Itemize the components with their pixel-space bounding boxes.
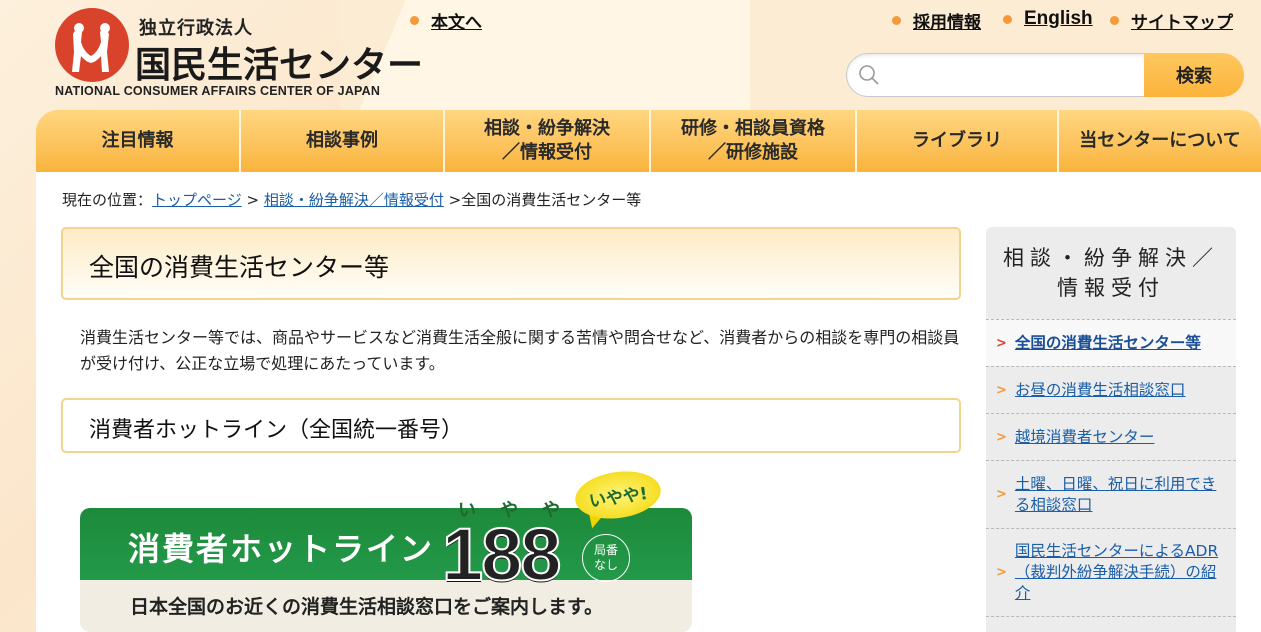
- recruit-link-wrap: 採用情報: [892, 8, 981, 33]
- sidebar-link[interactable]: 全国の消費生活センター等: [1015, 333, 1201, 354]
- skip-to-content-link[interactable]: 本文へ: [431, 8, 482, 33]
- breadcrumb-prefix: 現在の位置：: [62, 191, 153, 209]
- banner-title: 消費者ホットライン: [128, 530, 435, 568]
- hotline-number: 188: [441, 512, 562, 597]
- search-form: 検索: [846, 53, 1244, 97]
- chevron-right-icon: >: [996, 382, 1007, 398]
- sidebar-link[interactable]: お昼の消費生活相談窓口: [1015, 380, 1186, 401]
- page-title-box: 全国の消費生活センター等: [61, 227, 961, 300]
- breadcrumb-consultation[interactable]: 相談・紛争解決／情報受付: [264, 191, 444, 209]
- nav-training[interactable]: 研修・相談員資格 ／研修施設: [651, 110, 857, 172]
- hotline-banner[interactable]: 消費者ホットライン い や や 188 いやや! 局番 なし 日本全国のお近くの…: [80, 466, 692, 632]
- nav-library[interactable]: ライブラリ: [857, 110, 1059, 172]
- breadcrumb-separator: >: [448, 191, 462, 209]
- sidebar-link[interactable]: 国民生活センターによるADR（裁判外紛争解決手続）の紹介: [1015, 541, 1228, 604]
- global-nav: 注目情報 相談事例 相談・紛争解決 ／情報受付 研修・相談員資格 ／研修施設 ラ…: [36, 110, 1261, 172]
- nav-featured[interactable]: 注目情報: [36, 110, 241, 172]
- nav-about[interactable]: 当センターについて: [1059, 110, 1261, 172]
- main-content: 現在の位置：トップページ > 相談・紛争解決／情報受付 >全国の消費生活センター…: [36, 172, 1261, 632]
- sidebar-title: 相談・紛争解決／ 情報受付: [1003, 246, 1219, 300]
- org-name: 国民生活センター: [135, 45, 424, 86]
- bullet-icon: [410, 16, 419, 25]
- sidebar-item-local-centers[interactable]: > 全国の消費生活センター等: [986, 319, 1236, 366]
- site-logo[interactable]: 独立行政法人 国民生活センター NATIONAL CONSUMER AFFAIR…: [55, 8, 423, 100]
- chevron-right-icon: >: [996, 429, 1007, 445]
- bullet-icon: [1003, 14, 1012, 24]
- sidebar-item-adr[interactable]: > 国民生活センターによるADR（裁判外紛争解決手続）の紹介: [986, 528, 1236, 616]
- section-title-box: 消費者ホットライン（全国統一番号）: [61, 398, 961, 453]
- english-link-wrap: English: [1003, 8, 1093, 30]
- sidebar-link[interactable]: 土曜、日曜、祝日に利用できる相談窓口: [1015, 474, 1228, 516]
- english-link[interactable]: English: [1024, 8, 1093, 30]
- org-name-en: NATIONAL CONSUMER AFFAIRS CENTER OF JAPA…: [55, 84, 381, 98]
- breadcrumb-current: 全国の消費生活センター等: [461, 191, 642, 209]
- search-button[interactable]: 検索: [1144, 53, 1244, 97]
- sidebar-link[interactable]: 越境消費者センター: [1015, 427, 1155, 448]
- bullet-icon: [892, 16, 901, 25]
- sitemap-link[interactable]: サイトマップ: [1131, 8, 1233, 33]
- recruit-link[interactable]: 採用情報: [913, 8, 981, 33]
- breadcrumb-separator: >: [246, 191, 260, 209]
- no-area-code-badge: 局番 なし: [582, 534, 630, 582]
- sidebar-item-cross-border[interactable]: > 越境消費者センター: [986, 413, 1236, 460]
- search-input[interactable]: [846, 53, 1146, 97]
- banner-subtitle: 日本全国のお近くの消費生活相談窓口をご案内します。: [130, 596, 604, 618]
- nav-consultation[interactable]: 相談・紛争解決 ／情報受付: [445, 110, 651, 172]
- search-icon: [859, 65, 879, 85]
- chevron-right-icon: >: [996, 487, 1007, 502]
- breadcrumb: 現在の位置：トップページ > 相談・紛争解決／情報受付 >全国の消費生活センター…: [62, 189, 641, 210]
- sidebar: 相談・紛争解決／ 情報受付 > 全国の消費生活センター等 > お昼の消費生活相談…: [986, 227, 1236, 632]
- sidebar-item-lunch-consultation[interactable]: > お昼の消費生活相談窓口: [986, 366, 1236, 413]
- sidebar-divider: [986, 616, 1236, 632]
- section-title: 消費者ホットライン（全国統一番号）: [89, 418, 464, 443]
- skip-to-content: 本文へ: [410, 8, 482, 33]
- sitemap-link-wrap: サイトマップ: [1110, 8, 1233, 33]
- bullet-icon: [1110, 16, 1119, 25]
- intro-text: 消費生活センター等では、商品やサービスなど消費生活全般に関する苦情や問合せなど、…: [80, 328, 960, 373]
- breadcrumb-home[interactable]: トップページ: [152, 191, 242, 209]
- sidebar-item-weekend[interactable]: > 土曜、日曜、祝日に利用できる相談窓口: [986, 460, 1236, 528]
- logo-icon: [55, 8, 129, 82]
- page-title: 全国の消費生活センター等: [89, 253, 390, 282]
- nav-cases[interactable]: 相談事例: [241, 110, 445, 172]
- chevron-right-icon: >: [996, 335, 1007, 351]
- chevron-right-icon: >: [996, 565, 1007, 580]
